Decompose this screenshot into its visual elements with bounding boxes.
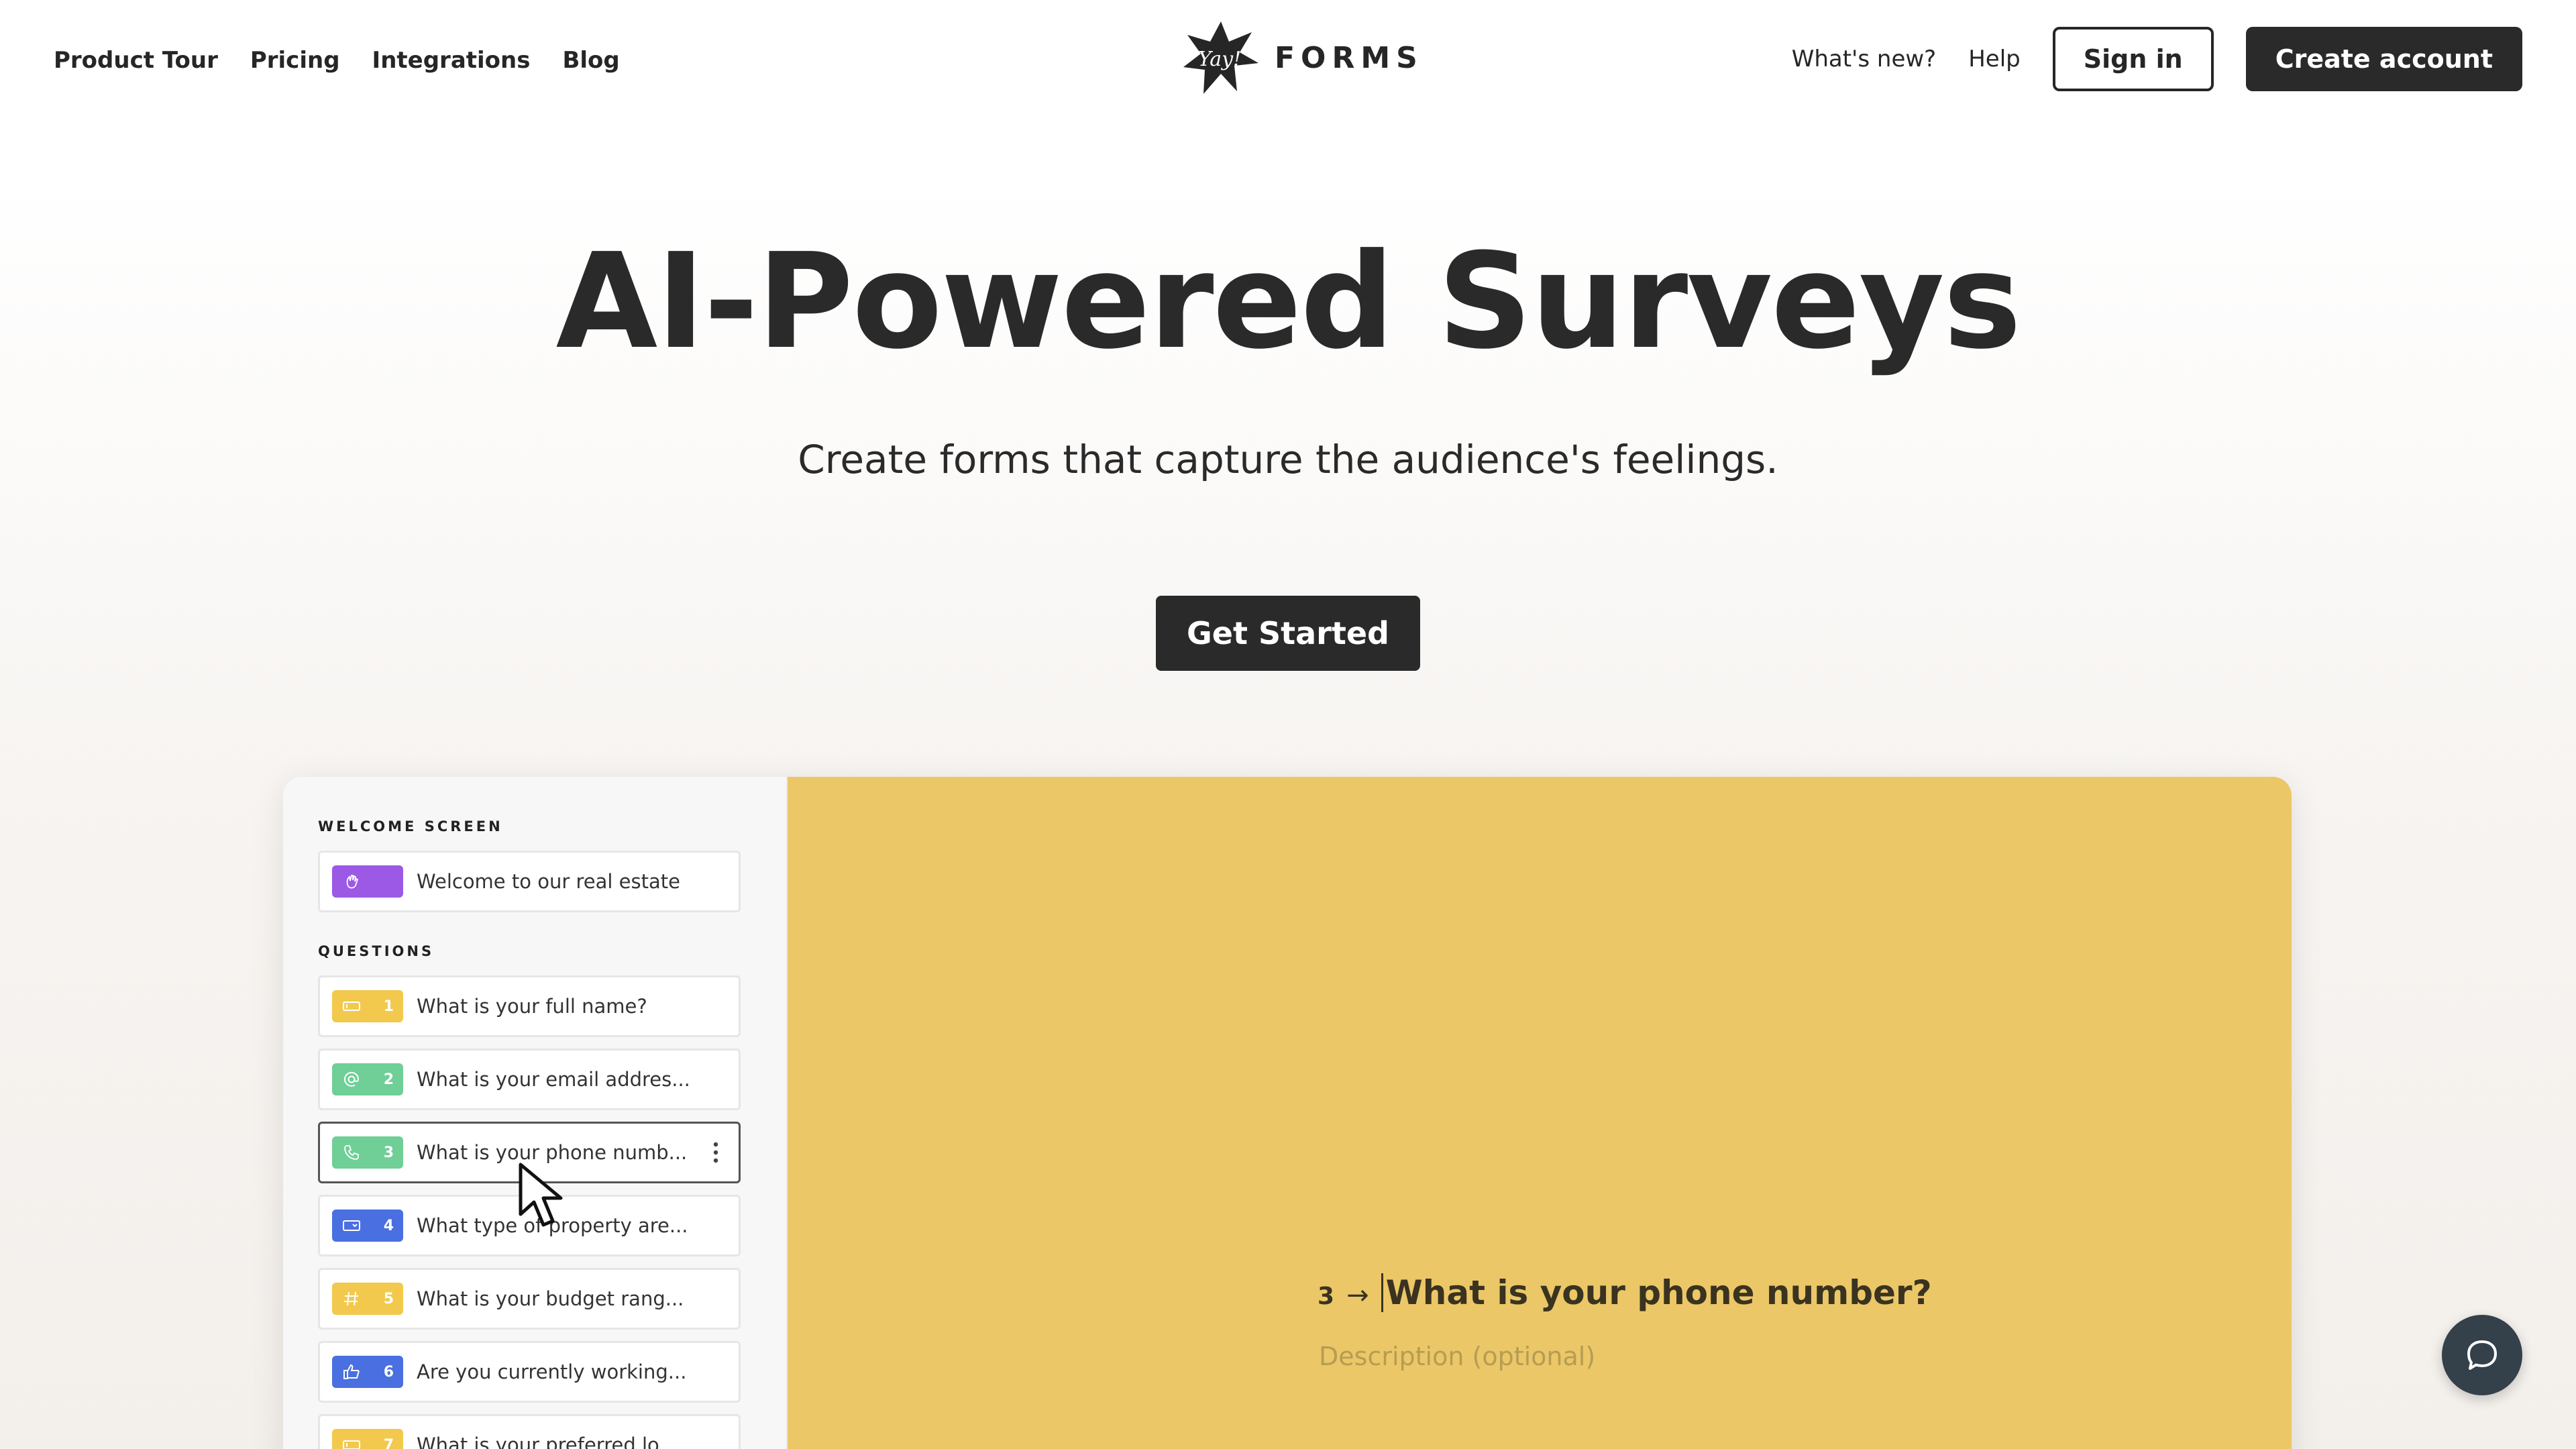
question-item-6[interactable]: 6 Are you currently working... [318,1341,741,1403]
preview-question-number: 3 [1318,1283,1335,1310]
get-started-button[interactable]: Get Started [1156,596,1420,671]
more-options-icon[interactable] [702,1132,729,1173]
primary-links: Product Tour Pricing Integrations Blog [54,42,620,79]
help-link[interactable]: Help [1968,27,2021,91]
question-number: 2 [383,1071,394,1088]
question-number: 7 [383,1436,394,1449]
question-number: 6 [383,1363,394,1381]
question-badge: 1 [332,990,403,1022]
chat-support-button[interactable] [2442,1315,2522,1395]
phone-icon [344,1145,359,1160]
question-item-7[interactable]: 7 What is your preferred lo... [318,1414,741,1449]
chat-bubble-icon [2467,1340,2497,1370]
brand-name: FORMS [1275,40,1424,75]
question-item-5[interactable]: 5 What is your budget rang... [318,1268,741,1330]
question-badge: 2 [332,1063,403,1095]
welcome-screen-heading: WELCOME SCREEN [318,818,503,835]
question-number: 1 [383,998,394,1015]
thumbs-up-icon [343,1364,360,1379]
sign-in-button[interactable]: Sign in [2052,27,2214,91]
nav-product-tour[interactable]: Product Tour [54,42,218,79]
waving-hand-icon [346,875,359,889]
nav-blog[interactable]: Blog [562,42,619,79]
short-text-icon [343,1440,360,1449]
question-number: 4 [383,1217,394,1234]
top-nav: Product Tour Pricing Integrations Blog Y… [0,0,2576,121]
short-text-icon [343,1002,360,1011]
hero-title: AI-Powered Surveys [555,225,2022,378]
question-item-2[interactable]: 2 What is your email addres... [318,1049,741,1110]
welcome-screen-item[interactable]: Welcome to our real estate [318,851,741,912]
create-account-button[interactable]: Create account [2245,27,2522,91]
welcome-item-text: Welcome to our real estate [417,870,680,893]
svg-text:Yay!: Yay! [1198,48,1241,71]
question-text: What is your full name? [417,995,647,1018]
question-number: 3 [383,1144,394,1161]
dropdown-icon [343,1220,360,1231]
questions-panel: WELCOME SCREEN Welcome to our real estat… [283,777,788,1449]
question-badge: 6 [332,1356,403,1388]
whats-new-link[interactable]: What's new? [1792,27,1937,91]
nav-integrations[interactable]: Integrations [372,42,531,79]
question-number: 5 [383,1290,394,1307]
questions-heading: QUESTIONS [318,943,435,959]
account-links: What's new? Help Sign in Create account [1792,27,2522,91]
hero-subtitle: Create forms that capture the audience's… [798,437,1778,482]
question-text: What is your email addres... [417,1068,690,1091]
form-builder-preview: WELCOME SCREEN Welcome to our real estat… [283,777,2292,1449]
question-text: What is your budget rang... [417,1287,684,1310]
mouse-pointer-icon [519,1163,563,1227]
question-badge: 5 [332,1283,403,1315]
yay-logo-icon: Yay! [1181,19,1261,97]
brand-logo[interactable]: Yay! FORMS [1181,19,1424,97]
hash-icon [344,1291,358,1306]
question-text: What is your preferred lo... [417,1434,678,1449]
arrow-right-icon: → [1346,1280,1369,1311]
at-sign-icon [344,1071,360,1087]
question-badge: 4 [332,1210,403,1242]
nav-pricing[interactable]: Pricing [250,42,340,79]
question-canvas[interactable]: 3 → What is your phone number? Descripti… [788,777,2292,1449]
question-text: Are you currently working... [417,1360,687,1383]
preview-question-title[interactable]: What is your phone number? [1381,1273,1932,1312]
question-badge: 3 [332,1136,403,1169]
question-item-1[interactable]: 1 What is your full name? [318,975,741,1037]
description-input[interactable]: Description (optional) [1319,1342,1595,1371]
question-badge: 7 [332,1429,403,1449]
question-preview: 3 → What is your phone number? [1318,1273,1932,1312]
welcome-badge [332,865,403,898]
